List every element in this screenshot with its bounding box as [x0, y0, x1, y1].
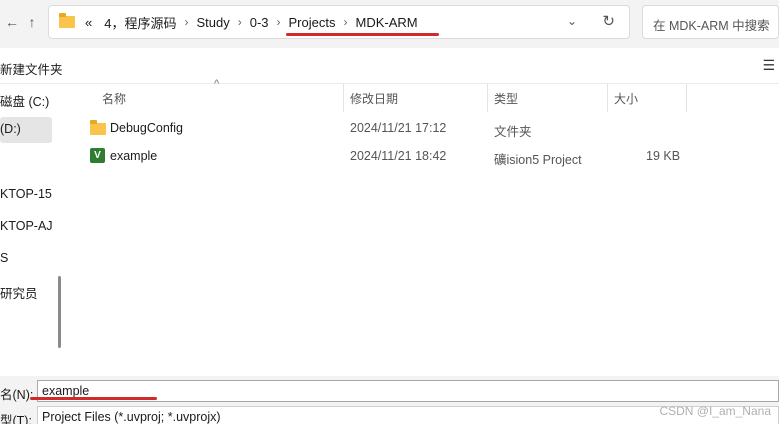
annotation-underline	[286, 33, 439, 36]
column-divider[interactable]	[607, 84, 608, 112]
sidebar-item-label: KTOP-15I	[0, 187, 52, 201]
file-name: example	[110, 149, 158, 163]
folder-icon	[59, 13, 75, 28]
sidebar-scrollbar[interactable]	[58, 276, 61, 348]
column-header-name[interactable]: 名称	[102, 84, 126, 112]
file-date: 2024/11/21 18:42	[350, 149, 447, 163]
sidebar-item-label: 磁盘 (C:)	[0, 95, 50, 109]
watermark: CSDN @I_am_Nana	[659, 404, 771, 418]
sort-up-icon: ^	[214, 78, 220, 90]
sidebar-item-drive-d[interactable]: (D:)	[0, 117, 52, 143]
sidebar-item-network-pc[interactable]: KTOP-15I	[0, 182, 52, 208]
up-arrow-icon: ↑	[28, 14, 36, 30]
navigation-pane: 磁盘 (C:) (D:) KTOP-15I KTOP-AJ( S 研究员	[0, 84, 66, 376]
column-divider[interactable]	[343, 84, 344, 112]
file-list: 名称 ^ 修改日期 类型 大小 DebugConfig 2024/11/21 1…	[66, 78, 779, 376]
chevron-right-icon[interactable]: ›	[341, 15, 349, 29]
search-input[interactable]: 在 MDK-ARM 中搜索	[642, 5, 779, 39]
view-options-icon[interactable]: ☰	[762, 57, 775, 74]
sidebar-item[interactable]: S	[0, 246, 52, 272]
sidebar-item-label: (D:)	[0, 122, 21, 136]
breadcrumb-item[interactable]: Projects	[283, 15, 342, 30]
chevron-right-icon[interactable]: ›	[275, 15, 283, 29]
table-row[interactable]: V example 2024/11/21 18:42 礦ision5 Proje…	[82, 143, 682, 169]
table-row[interactable]: DebugConfig 2024/11/21 17:12 文件夹	[82, 115, 682, 141]
column-header-size[interactable]: 大小	[614, 84, 638, 112]
breadcrumb-item[interactable]: 0-3	[244, 15, 275, 30]
file-name: DebugConfig	[110, 121, 183, 135]
sidebar-item-drive-c[interactable]: 磁盘 (C:)	[0, 86, 52, 112]
breadcrumb-item[interactable]: 4，程序源码	[98, 13, 182, 32]
breadcrumb-item[interactable]: MDK-ARM	[349, 15, 423, 30]
chevron-right-icon[interactable]: ›	[236, 15, 244, 29]
column-divider[interactable]	[487, 84, 488, 112]
uvision-icon: V	[90, 148, 105, 163]
file-type: 文件夹	[494, 125, 532, 139]
file-date: 2024/11/21 17:12	[350, 121, 447, 135]
chevron-right-icon[interactable]: ›	[182, 15, 190, 29]
sidebar-item-label: S	[0, 251, 9, 265]
refresh-icon[interactable]: ↻	[602, 12, 615, 30]
navigation-bar: ← ↑ « 4，程序源码 › Study › 0-3 › Projects › …	[0, 0, 779, 48]
breadcrumb-overflow[interactable]: «	[79, 15, 98, 30]
file-size: 19 KB	[646, 149, 681, 163]
sidebar-item-label: 研究员	[0, 287, 38, 301]
annotation-underline	[30, 397, 157, 400]
sidebar-item-label: KTOP-AJ(	[0, 219, 52, 233]
up-button[interactable]: ↑	[20, 10, 44, 34]
toolbar: 新建文件夹 ☰	[0, 48, 779, 84]
new-folder-button[interactable]: 新建文件夹	[0, 59, 63, 78]
column-header-type[interactable]: 类型	[494, 84, 518, 112]
breadcrumb-item[interactable]: Study	[190, 15, 235, 30]
sidebar-item-network-pc[interactable]: KTOP-AJ(	[0, 214, 52, 240]
file-type: 礦ision5 Project	[494, 153, 582, 167]
sidebar-item[interactable]: 研究员	[0, 278, 52, 304]
back-arrow-icon: ←	[5, 14, 19, 30]
folder-icon	[90, 120, 106, 135]
column-divider[interactable]	[686, 84, 687, 112]
column-header-date[interactable]: 修改日期	[350, 84, 398, 112]
filename-label: 名(N):	[0, 388, 34, 402]
chevron-down-icon[interactable]: ⌄	[567, 14, 577, 28]
filetype-label: 型(T):	[0, 414, 32, 424]
